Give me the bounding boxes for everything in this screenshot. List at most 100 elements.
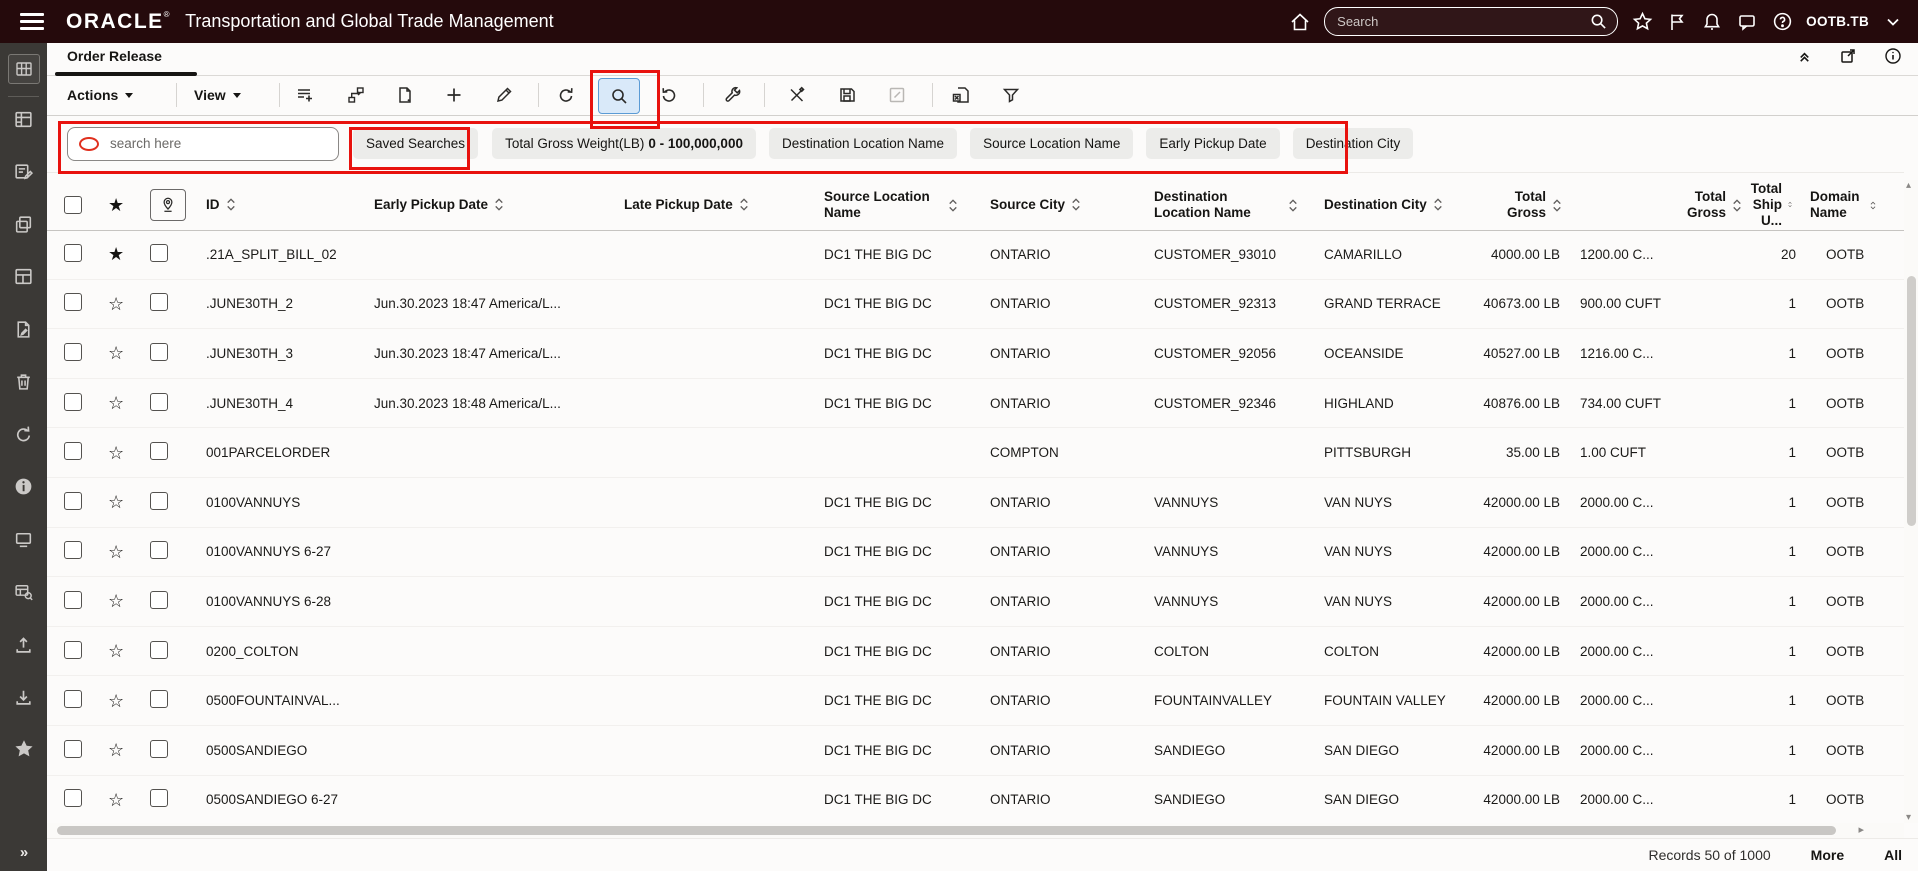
column-header-destloc[interactable]: Destination Location Name [1154, 189, 1324, 221]
column-header-tg1[interactable]: Total Gross [1474, 189, 1566, 221]
row-pin-checkbox[interactable] [150, 789, 168, 807]
export-spreadsheet-button[interactable] [941, 78, 981, 112]
row-checkbox[interactable] [64, 442, 82, 460]
table-row[interactable]: ☆0500FOUNTAINVAL...DC1 THE BIG DCONTARIO… [47, 676, 1904, 726]
row-star-outline-icon[interactable]: ☆ [108, 394, 124, 412]
vertical-scrollbar-thumb[interactable] [1907, 276, 1916, 526]
sidebar-item-document-edit[interactable] [6, 317, 42, 341]
sidebar-item-workbench[interactable] [8, 54, 40, 84]
sort-icon[interactable] [226, 197, 236, 212]
sort-icon[interactable] [1870, 198, 1876, 213]
table-row[interactable]: ☆.JUNE30TH_2Jun.30.2023 18:47 America/L.… [47, 280, 1904, 330]
column-header-late[interactable]: Late Pickup Date [624, 197, 824, 213]
horizontal-scrollbar-thumb[interactable] [57, 826, 1836, 835]
sidebar-item-table-search[interactable] [6, 580, 42, 604]
sort-icon[interactable] [1288, 198, 1298, 213]
row-pin-checkbox[interactable] [150, 641, 168, 659]
table-row[interactable]: ☆0100VANNUYS 6-27DC1 THE BIG DCONTARIOVA… [47, 528, 1904, 578]
search-toggle-button[interactable] [598, 78, 640, 114]
add-button[interactable] [434, 78, 474, 112]
column-header-tg2[interactable]: Total Gross [1566, 189, 1746, 221]
location-pin-button[interactable] [150, 189, 186, 221]
favorites-header-star-icon[interactable]: ★ [108, 196, 124, 214]
save-button[interactable] [827, 78, 867, 112]
sort-icon[interactable] [1433, 197, 1443, 212]
row-pin-checkbox[interactable] [150, 492, 168, 510]
sidebar-item-refresh[interactable] [6, 422, 42, 446]
row-pin-checkbox[interactable] [150, 591, 168, 609]
filter-chip[interactable]: Source Location Name [970, 128, 1133, 159]
sidebar-item-download[interactable] [6, 685, 42, 709]
sidebar-item-info[interactable] [6, 475, 42, 499]
column-header-destcity[interactable]: Destination City [1324, 197, 1474, 213]
sort-icon[interactable] [1732, 198, 1742, 213]
sidebar-item-copy[interactable] [6, 212, 42, 236]
notifications-bell-icon[interactable] [1701, 11, 1723, 33]
table-row[interactable]: ☆0500SANDIEGODC1 THE BIG DCONTARIOSANDIE… [47, 726, 1904, 776]
row-star-outline-icon[interactable]: ☆ [108, 741, 124, 759]
redo-button[interactable] [649, 78, 689, 112]
row-star-outline-icon[interactable]: ☆ [108, 642, 124, 660]
sort-icon[interactable] [1552, 198, 1562, 213]
edit-pencil-button[interactable] [484, 78, 524, 112]
new-document-button[interactable] [385, 78, 425, 112]
filter-chip[interactable]: Total Gross Weight(LB)0 - 100,000,000 [492, 128, 756, 159]
table-row[interactable]: ☆.JUNE30TH_3Jun.30.2023 18:47 America/L.… [47, 329, 1904, 379]
user-menu[interactable]: OOTB.TB [1806, 14, 1869, 29]
add-to-list-button[interactable] [285, 78, 325, 112]
sidebar-item-monitor[interactable] [6, 527, 42, 551]
table-row[interactable]: ★.21A_SPLIT_BILL_02DC1 THE BIG DCONTARIO… [47, 230, 1904, 280]
sort-icon[interactable] [1071, 197, 1081, 212]
sort-icon[interactable] [739, 197, 749, 212]
all-link[interactable]: All [1884, 847, 1902, 863]
row-checkbox[interactable] [64, 641, 82, 659]
filter-chip[interactable]: Early Pickup Date [1146, 128, 1279, 159]
scroll-down-arrow-icon[interactable]: ▾ [1906, 812, 1911, 823]
favorites-star-icon[interactable] [1631, 11, 1653, 33]
scroll-right-arrow-icon[interactable]: ▸ [1858, 823, 1864, 836]
row-pin-checkbox[interactable] [150, 393, 168, 411]
table-row[interactable]: ☆.JUNE30TH_4Jun.30.2023 18:48 America/L.… [47, 379, 1904, 429]
row-pin-checkbox[interactable] [150, 343, 168, 361]
row-checkbox[interactable] [64, 393, 82, 411]
column-header-shipu[interactable]: Total Ship U... [1746, 181, 1796, 229]
table-row[interactable]: ☆0100VANNUYS 6-28DC1 THE BIG DCONTARIOVA… [47, 577, 1904, 627]
filter-chip[interactable]: Destination City [1293, 128, 1414, 159]
filter-funnel-button[interactable] [991, 78, 1031, 112]
row-checkbox[interactable] [64, 740, 82, 758]
tools-wrench-button[interactable] [713, 78, 753, 112]
hierarchy-button[interactable] [336, 78, 376, 112]
sidebar-expand-chevrons[interactable]: » [0, 844, 47, 861]
row-checkbox[interactable] [64, 690, 82, 708]
table-search-input[interactable] [108, 135, 327, 152]
row-checkbox[interactable] [64, 244, 82, 262]
saved-searches-button[interactable]: Saved Searches [353, 128, 478, 159]
table-row[interactable]: ☆0500SANDIEGO 6-27DC1 THE BIG DCONTARIOS… [47, 776, 1904, 823]
sort-icon[interactable] [1788, 197, 1792, 212]
table-row[interactable]: ☆001PARCELORDERCOMPTONPITTSBURGH35.00 LB… [47, 428, 1904, 478]
row-pin-checkbox[interactable] [150, 690, 168, 708]
row-checkbox[interactable] [64, 789, 82, 807]
sidebar-item-favorites[interactable] [6, 737, 42, 761]
row-checkbox[interactable] [64, 343, 82, 361]
sort-icon[interactable] [494, 197, 504, 212]
cut-tools-button[interactable] [777, 78, 817, 112]
row-pin-checkbox[interactable] [150, 244, 168, 262]
row-pin-checkbox[interactable] [150, 442, 168, 460]
row-star-outline-icon[interactable]: ☆ [108, 692, 124, 710]
home-icon[interactable] [1289, 11, 1311, 33]
open-new-window-icon[interactable] [1839, 47, 1857, 65]
row-star-outline-icon[interactable]: ☆ [108, 344, 124, 362]
sort-icon[interactable] [948, 198, 958, 213]
column-header-srccity[interactable]: Source City [990, 197, 1154, 213]
row-star-outline-icon[interactable]: ☆ [108, 444, 124, 462]
sidebar-item-table-layout[interactable] [6, 107, 42, 131]
row-star-outline-icon[interactable]: ☆ [108, 543, 124, 561]
collapse-panel-icon[interactable] [1797, 49, 1812, 64]
table-row[interactable]: ☆0200_COLTONDC1 THE BIG DCONTARIOCOLTONC… [47, 627, 1904, 677]
tab-order-release[interactable]: Order Release [67, 48, 162, 64]
scroll-up-arrow-icon[interactable]: ▴ [1906, 180, 1911, 191]
sidebar-item-delete[interactable] [6, 370, 42, 394]
row-checkbox[interactable] [64, 591, 82, 609]
sidebar-item-upload[interactable] [6, 632, 42, 656]
